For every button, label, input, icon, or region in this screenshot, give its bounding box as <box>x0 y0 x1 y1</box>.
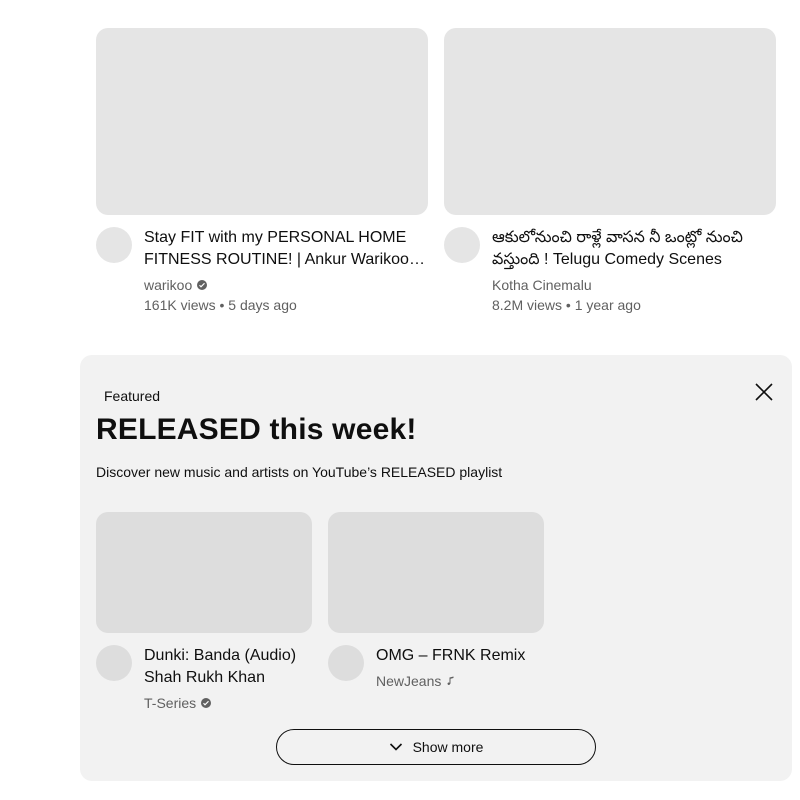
channel-name[interactable]: T-Series <box>144 693 196 713</box>
channel-avatar[interactable] <box>444 227 480 263</box>
video-card[interactable]: ఆకులోనుంచి రాళ్లే వాసన నీ ఒంట్లో నుంచి వ… <box>444 28 776 315</box>
shelf-item-meta: Dunki: Banda (Audio) Shah Rukh Khan T-Se… <box>96 645 312 713</box>
channel-name-row: T-Series <box>144 693 312 713</box>
shelf-title: RELEASED this week! <box>96 413 417 446</box>
close-button[interactable] <box>750 378 778 406</box>
shelf-item-thumbnail[interactable] <box>328 512 544 633</box>
channel-name-row: NewJeans <box>376 671 544 691</box>
channel-name[interactable]: Kotha Cinemalu <box>492 275 592 295</box>
video-thumbnail[interactable] <box>444 28 776 215</box>
chevron-down-icon <box>389 743 402 751</box>
shelf-item-meta: OMG – FRNK Remix NewJeans <box>328 645 544 691</box>
video-meta: ఆకులోనుంచి రాళ్లే వాసన నీ ఒంట్లో నుంచి వ… <box>444 227 776 315</box>
channel-name-row: warikoo <box>144 275 428 295</box>
shelf-description: Discover new music and artists on YouTub… <box>96 464 503 480</box>
channel-avatar[interactable] <box>328 645 364 681</box>
shelf-item[interactable]: Dunki: Banda (Audio) Shah Rukh Khan T-Se… <box>96 512 312 713</box>
shelf-item-thumbnail[interactable] <box>96 512 312 633</box>
video-title[interactable]: ఆకులోనుంచి రాళ్లే వాసన నీ ఒంట్లో నుంచి వ… <box>492 227 776 271</box>
channel-name[interactable]: NewJeans <box>376 671 441 691</box>
shelf-item-title[interactable]: Dunki: Banda (Audio) Shah Rukh Khan <box>144 645 312 689</box>
featured-shelf: Featured RELEASED this week! Discover ne… <box>80 355 792 781</box>
show-more-label: Show more <box>412 739 484 755</box>
music-note-icon <box>447 676 454 685</box>
video-title[interactable]: Stay FIT with my PERSONAL HOME FITNESS R… <box>144 227 428 271</box>
channel-avatar[interactable] <box>96 645 132 681</box>
shelf-item-title[interactable]: OMG – FRNK Remix <box>376 645 544 667</box>
channel-name-row: Kotha Cinemalu <box>492 275 776 295</box>
video-meta: Stay FIT with my PERSONAL HOME FITNESS R… <box>96 227 428 315</box>
shelf-item[interactable]: OMG – FRNK Remix NewJeans <box>328 512 544 691</box>
video-card[interactable]: Stay FIT with my PERSONAL HOME FITNESS R… <box>96 28 428 315</box>
shelf-label: Featured <box>104 388 161 404</box>
verified-icon <box>197 280 208 290</box>
video-stats: 161K views • 5 days ago <box>144 297 297 313</box>
video-stats: 8.2M views • 1 year ago <box>492 297 641 313</box>
close-icon <box>755 383 773 401</box>
video-thumbnail[interactable] <box>96 28 428 215</box>
show-more-button[interactable]: Show more <box>276 729 596 765</box>
verified-icon <box>201 698 212 708</box>
channel-name[interactable]: warikoo <box>144 275 192 295</box>
channel-avatar[interactable] <box>96 227 132 263</box>
